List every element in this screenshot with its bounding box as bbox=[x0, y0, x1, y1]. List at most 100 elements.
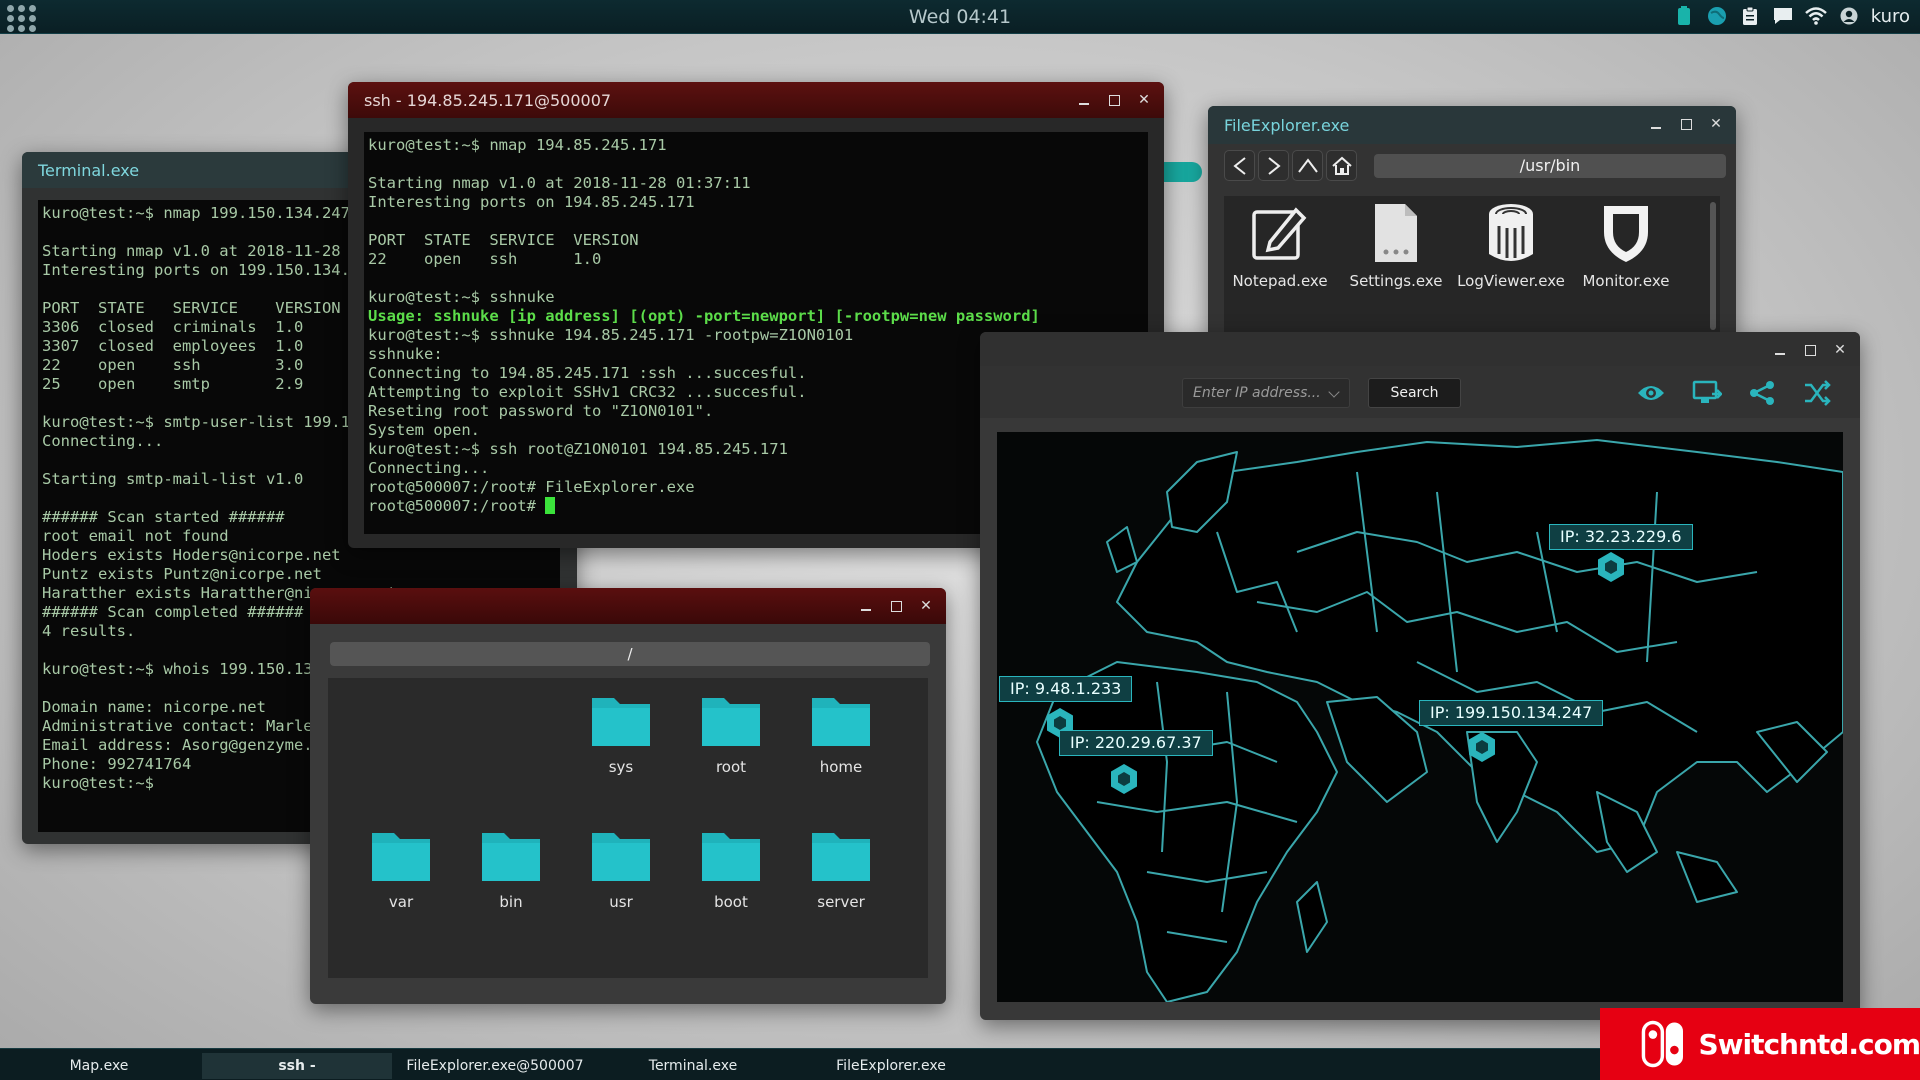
terminal-line: Hoders exists Hoders@nicorpe.net bbox=[42, 546, 341, 564]
ip-node-label[interactable]: IP: 220.29.67.37 bbox=[1059, 730, 1213, 756]
taskbar-item[interactable]: ssh - bbox=[202, 1053, 392, 1079]
terminal-line: Usage: sshnuke [ip address] [(opt) -port… bbox=[368, 307, 1040, 325]
logviewer-icon bbox=[1489, 204, 1533, 261]
folder-item[interactable]: home bbox=[786, 678, 896, 813]
minimize-icon[interactable] bbox=[1772, 342, 1788, 358]
ip-address-input[interactable] bbox=[1182, 378, 1350, 408]
taskbar-item[interactable]: FileExplorer.exe bbox=[796, 1053, 986, 1079]
up-arrow-icon bbox=[1297, 157, 1318, 173]
battery-icon[interactable] bbox=[1673, 5, 1695, 27]
switch-logo-icon bbox=[1641, 1020, 1683, 1068]
window-title: Terminal.exe bbox=[38, 160, 140, 180]
maximize-icon[interactable] bbox=[1106, 92, 1122, 108]
folder-icon bbox=[702, 698, 760, 746]
minimize-icon[interactable] bbox=[858, 598, 874, 614]
app-notepad[interactable]: Notepad.exe bbox=[1224, 202, 1336, 290]
folder-item[interactable]: root bbox=[676, 678, 786, 813]
close-icon[interactable]: ✕ bbox=[918, 598, 934, 614]
file-explorer-bin-window[interactable]: FileExplorer.exe ✕ /usr/bin Notepad.exe … bbox=[1208, 106, 1736, 338]
folder-label: home bbox=[819, 758, 863, 776]
folder-icon bbox=[372, 833, 430, 881]
close-icon[interactable]: ✕ bbox=[1832, 342, 1848, 358]
chat-icon[interactable] bbox=[1772, 5, 1794, 27]
folder-label: bin bbox=[499, 893, 523, 911]
folder-label: boot bbox=[714, 893, 748, 911]
folder-item[interactable]: boot bbox=[676, 813, 786, 948]
folder-icon bbox=[482, 833, 540, 881]
clipboard-icon[interactable] bbox=[1739, 5, 1761, 27]
folder-label: root bbox=[715, 758, 747, 776]
minimize-icon[interactable] bbox=[1648, 116, 1664, 132]
forward-button[interactable] bbox=[1258, 150, 1289, 181]
app-label: LogViewer.exe bbox=[1457, 272, 1565, 290]
folder-item[interactable]: server bbox=[786, 813, 896, 948]
server-node-icon[interactable] bbox=[1107, 762, 1141, 796]
file-explorer-bin-titlebar[interactable]: FileExplorer.exe ✕ bbox=[1208, 106, 1736, 144]
share-icon[interactable] bbox=[1745, 378, 1779, 408]
terminal-line: Interesting ports on 194.85.245.171 bbox=[368, 193, 695, 211]
folder-icon bbox=[592, 698, 650, 746]
ip-node-label[interactable]: IP: 9.48.1.233 bbox=[999, 676, 1133, 702]
app-label: Monitor.exe bbox=[1582, 272, 1670, 290]
close-icon[interactable]: ✕ bbox=[1136, 92, 1152, 108]
user-name[interactable]: kuro bbox=[1871, 6, 1910, 27]
maximize-icon[interactable] bbox=[888, 598, 904, 614]
folder-item[interactable]: bin bbox=[456, 813, 566, 948]
wifi-icon[interactable] bbox=[1804, 5, 1827, 27]
map-toolbar: Search bbox=[980, 366, 1860, 418]
folder-item[interactable]: sys bbox=[566, 678, 676, 813]
home-button[interactable] bbox=[1326, 150, 1357, 181]
window-title: ssh - 194.85.245.171@500007 bbox=[364, 90, 612, 110]
terminal-line: Starting nmap v1.0 at 2018-11-28 01:37:1… bbox=[368, 174, 751, 192]
world-map[interactable]: IP: 32.23.229.6 IP: 9.48.1.233 IP: 220.2… bbox=[997, 432, 1843, 1002]
back-arrow-icon bbox=[1232, 156, 1246, 175]
folder-icon bbox=[812, 833, 870, 881]
app-view: Notepad.exe Settings.exe LogViewer.exe M… bbox=[1224, 196, 1720, 338]
taskbar-item[interactable]: Map.exe bbox=[4, 1053, 194, 1079]
file-explorer-root-titlebar[interactable]: ✕ bbox=[310, 588, 946, 624]
ip-node-label[interactable]: IP: 199.150.134.247 bbox=[1419, 700, 1604, 726]
watermark-text: Switchntd.com bbox=[1698, 1027, 1920, 1061]
app-monitor[interactable]: Monitor.exe bbox=[1570, 202, 1682, 290]
taskbar-item[interactable]: FileExplorer.exe@500007 bbox=[400, 1053, 590, 1079]
folder-item[interactable]: var bbox=[346, 813, 456, 948]
maximize-icon[interactable] bbox=[1678, 116, 1694, 132]
folder-icon bbox=[702, 833, 760, 881]
network-globe-icon[interactable] bbox=[1706, 5, 1728, 27]
eye-icon[interactable] bbox=[1634, 378, 1668, 408]
up-button[interactable] bbox=[1292, 150, 1323, 181]
map-window[interactable]: ✕ Search bbox=[980, 332, 1860, 1020]
shuffle-icon[interactable] bbox=[1800, 378, 1834, 408]
app-label: Settings.exe bbox=[1349, 272, 1443, 290]
ssh-titlebar[interactable]: ssh - 194.85.245.171@500007 ✕ bbox=[348, 82, 1164, 118]
remote-desktop-icon[interactable] bbox=[1690, 378, 1724, 408]
user-avatar-icon[interactable] bbox=[1838, 5, 1860, 27]
window-title: FileExplorer.exe bbox=[1224, 115, 1350, 135]
ip-node-label[interactable]: IP: 32.23.229.6 bbox=[1549, 524, 1693, 550]
close-icon[interactable]: ✕ bbox=[1708, 116, 1724, 132]
notepad-icon bbox=[1252, 207, 1307, 260]
search-button[interactable]: Search bbox=[1368, 378, 1461, 408]
map-titlebar[interactable]: ✕ bbox=[980, 332, 1860, 366]
file-explorer-root-window[interactable]: ✕ / sys root home var bin usr boot server bbox=[310, 588, 946, 1004]
server-node-icon[interactable] bbox=[1465, 730, 1499, 764]
terminal-line: kuro@test:~$ sshnuke bbox=[368, 288, 555, 306]
folder-icon bbox=[592, 833, 650, 881]
server-node-icon[interactable] bbox=[1594, 550, 1628, 584]
app-logviewer[interactable]: LogViewer.exe bbox=[1455, 202, 1567, 290]
folder-icon bbox=[812, 698, 870, 746]
maximize-icon[interactable] bbox=[1802, 342, 1818, 358]
watermark: Switchntd.com bbox=[1600, 1008, 1920, 1080]
path-bar[interactable]: /usr/bin bbox=[1374, 154, 1726, 178]
minimize-icon[interactable] bbox=[1076, 92, 1092, 108]
folder-item[interactable]: usr bbox=[566, 813, 676, 948]
app-launcher-grid-icon[interactable] bbox=[6, 3, 36, 32]
path-bar[interactable]: / bbox=[330, 642, 930, 666]
folder-label: sys bbox=[608, 758, 634, 776]
back-button[interactable] bbox=[1224, 150, 1255, 181]
terminal-line: 22 open ssh 1.0 bbox=[368, 250, 602, 268]
scrollbar[interactable] bbox=[1710, 202, 1716, 330]
taskbar-item[interactable]: Terminal.exe bbox=[598, 1053, 788, 1079]
app-settings[interactable]: Settings.exe bbox=[1340, 202, 1452, 290]
